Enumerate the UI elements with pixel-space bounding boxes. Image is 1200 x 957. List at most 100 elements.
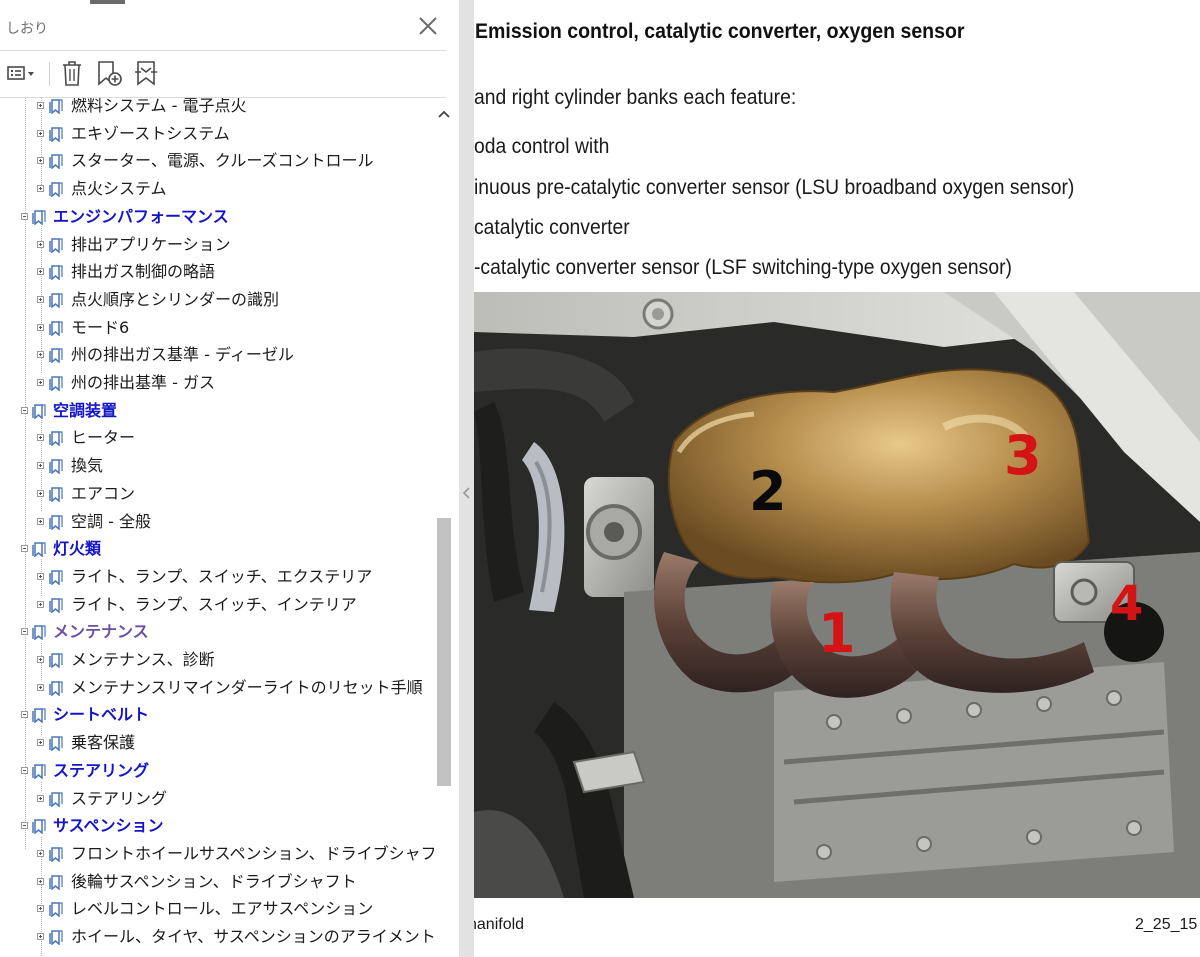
expand-toggle-icon[interactable] bbox=[37, 517, 44, 525]
expand-toggle-icon[interactable] bbox=[37, 656, 44, 663]
expand-toggle-icon[interactable] bbox=[37, 434, 44, 442]
bookmark-icon bbox=[49, 930, 63, 946]
collapse-toggle-icon[interactable] bbox=[21, 545, 28, 553]
collapse-arrow-icon[interactable] bbox=[462, 484, 471, 499]
bookmark-item[interactable]: エアコン bbox=[0, 482, 434, 508]
expand-toggle-icon[interactable] bbox=[37, 268, 44, 276]
bookmark-label: レベルコントロール、エアサスペンション bbox=[71, 899, 374, 919]
bookmark-parent[interactable]: 灯火類 bbox=[0, 537, 434, 563]
bookmark-parent[interactable]: メンテナンス bbox=[0, 620, 434, 646]
bookmark-icon bbox=[32, 625, 46, 641]
bookmark-parent[interactable]: シートベルト bbox=[0, 703, 434, 729]
expand-toggle-icon[interactable] bbox=[37, 905, 44, 913]
body-line: oda control with bbox=[474, 135, 610, 158]
bookmark-parent[interactable]: エンジンパフォーマンス bbox=[0, 205, 434, 231]
list-options-icon bbox=[7, 66, 34, 80]
expand-bookmark-button[interactable] bbox=[132, 58, 160, 88]
expand-toggle-icon[interactable] bbox=[37, 185, 44, 193]
bookmark-item[interactable]: ステアリング bbox=[0, 787, 434, 813]
expand-toggle-icon[interactable] bbox=[37, 379, 44, 386]
bookmark-label: ステアリング bbox=[71, 788, 168, 808]
expand-toggle-icon[interactable] bbox=[37, 572, 44, 580]
bookmark-label: ライト、ランプ、スイッチ、インテリア bbox=[71, 594, 357, 614]
bookmark-icon bbox=[49, 459, 63, 475]
panel-splitter[interactable] bbox=[459, 0, 474, 957]
expand-toggle-icon[interactable] bbox=[37, 489, 44, 497]
bookmark-item[interactable]: ライト、ランプ、スイッチ、エクステリア bbox=[0, 565, 434, 591]
bookmark-item[interactable]: ライト、ランプ、スイッチ、インテリア bbox=[0, 593, 434, 619]
expand-toggle-icon[interactable] bbox=[37, 157, 44, 165]
expand-toggle-icon[interactable] bbox=[37, 683, 44, 691]
bookmark-item[interactable]: 点火順序とシリンダーの識別 bbox=[0, 288, 434, 314]
scrollbar-thumb[interactable] bbox=[437, 518, 451, 786]
bookmark-label: ホイール、タイヤ、サスペンションのアライメント bbox=[71, 927, 434, 946]
bookmark-label: 空調装置 bbox=[53, 400, 118, 420]
bookmark-item[interactable]: メンテナンス、診断 bbox=[0, 648, 434, 674]
photo-label-3: 3 bbox=[1004, 424, 1042, 487]
bookmark-label: 燃料システム - 電子点火 bbox=[71, 98, 247, 115]
bookmark-item[interactable]: 空調 - 全般 bbox=[0, 510, 434, 536]
collapse-toggle-icon[interactable] bbox=[21, 711, 28, 719]
bookmark-parent[interactable]: ステアリング bbox=[0, 759, 434, 785]
active-tab-indicator bbox=[90, 0, 125, 4]
bookmark-parent[interactable]: 空調装置 bbox=[0, 399, 434, 425]
collapse-toggle-icon[interactable] bbox=[21, 766, 28, 774]
expand-toggle-icon[interactable] bbox=[37, 462, 44, 470]
bookmark-item[interactable]: メンテナンスリマインダーライトのリセット手順 bbox=[0, 676, 434, 702]
bookmark-label: 排出アプリケーション bbox=[71, 234, 231, 254]
bookmark-item[interactable]: エキゾーストシステム bbox=[0, 122, 434, 148]
expand-toggle-icon[interactable] bbox=[37, 351, 44, 359]
collapse-toggle-icon[interactable] bbox=[21, 212, 28, 220]
close-icon[interactable] bbox=[414, 12, 442, 40]
expand-toggle-icon[interactable] bbox=[37, 295, 44, 303]
bookmark-item[interactable]: モード6 bbox=[0, 316, 434, 342]
bookmark-item[interactable]: 州の排出基準 - ガス bbox=[0, 371, 434, 397]
expand-toggle-icon[interactable] bbox=[37, 129, 44, 137]
body-line: -catalytic converter sensor (LSF switchi… bbox=[474, 256, 1012, 279]
bookmark-item[interactable]: ホイール、タイヤ、サスペンションのアライメント bbox=[0, 925, 434, 951]
bookmark-icon bbox=[49, 680, 63, 697]
bookmark-label: ライト、ランプ、スイッチ、エクステリア bbox=[71, 566, 373, 586]
expand-toggle-icon[interactable] bbox=[37, 933, 44, 940]
bookmark-item[interactable]: スターター、電源、クルーズコントロール bbox=[0, 149, 434, 175]
bookmark-label: モード6 bbox=[71, 317, 130, 337]
expand-toggle-icon[interactable] bbox=[37, 877, 44, 885]
expand-toggle-icon[interactable] bbox=[37, 849, 44, 857]
collapse-toggle-icon[interactable] bbox=[21, 406, 28, 414]
bookmark-icon bbox=[49, 126, 63, 143]
bookmark-item[interactable]: 換気 bbox=[0, 454, 434, 480]
delete-bookmark-button[interactable] bbox=[60, 58, 84, 88]
collapse-toggle-icon[interactable] bbox=[21, 628, 28, 636]
bookmark-label: エンジンパフォーマンス bbox=[53, 206, 229, 226]
bookmark-icon bbox=[32, 764, 46, 780]
bookmark-item[interactable]: 点火システム bbox=[0, 177, 434, 203]
expand-toggle-icon[interactable] bbox=[37, 240, 44, 248]
expand-toggle-icon[interactable] bbox=[37, 323, 44, 331]
bookmark-label: 点火順序とシリンダーの識別 bbox=[71, 289, 280, 309]
expand-toggle-icon[interactable] bbox=[37, 102, 44, 109]
bookmark-item[interactable]: ヒーター bbox=[0, 426, 434, 452]
bookmark-scrollbar[interactable] bbox=[434, 98, 454, 957]
new-bookmark-button[interactable] bbox=[95, 58, 123, 88]
options-menu-button[interactable] bbox=[6, 58, 40, 88]
photo-label-1: 1 bbox=[818, 602, 856, 665]
collapse-toggle-icon[interactable] bbox=[21, 822, 28, 830]
bookmark-label: 点火システム bbox=[71, 179, 167, 199]
scroll-up-arrow-icon[interactable] bbox=[434, 104, 454, 124]
expand-toggle-icon[interactable] bbox=[37, 794, 44, 802]
bookmark-item[interactable]: 排出アプリケーション bbox=[0, 233, 434, 259]
bookmark-item[interactable]: 排出ガス制御の略語 bbox=[0, 260, 434, 286]
bookmark-parent[interactable]: サスペンション bbox=[0, 814, 434, 840]
bookmark-label: メンテナンス、診断 bbox=[71, 650, 215, 669]
bookmark-item[interactable]: 乗客保護 bbox=[0, 731, 434, 757]
expand-toggle-icon[interactable] bbox=[37, 600, 44, 608]
figure-caption: nanifold bbox=[474, 916, 525, 933]
expand-toggle-icon[interactable] bbox=[37, 739, 44, 747]
bookmark-item[interactable]: 燃料システム - 電子点火 bbox=[0, 98, 434, 120]
bookmark-item[interactable]: 州の排出ガス基準 - ディーゼル bbox=[0, 343, 434, 369]
bookmark-item[interactable]: フロントホイールサスペンション、ドライブシャフト bbox=[0, 842, 434, 868]
bookmark-label: 州の排出ガス基準 - ディーゼル bbox=[71, 345, 294, 365]
bookmark-item[interactable]: レベルコントロール、エアサスペンション bbox=[0, 897, 434, 923]
bookmark-item[interactable]: 後輪サスペンション、ドライブシャフト bbox=[0, 870, 434, 896]
bookmark-label: 空調 - 全般 bbox=[71, 511, 151, 531]
